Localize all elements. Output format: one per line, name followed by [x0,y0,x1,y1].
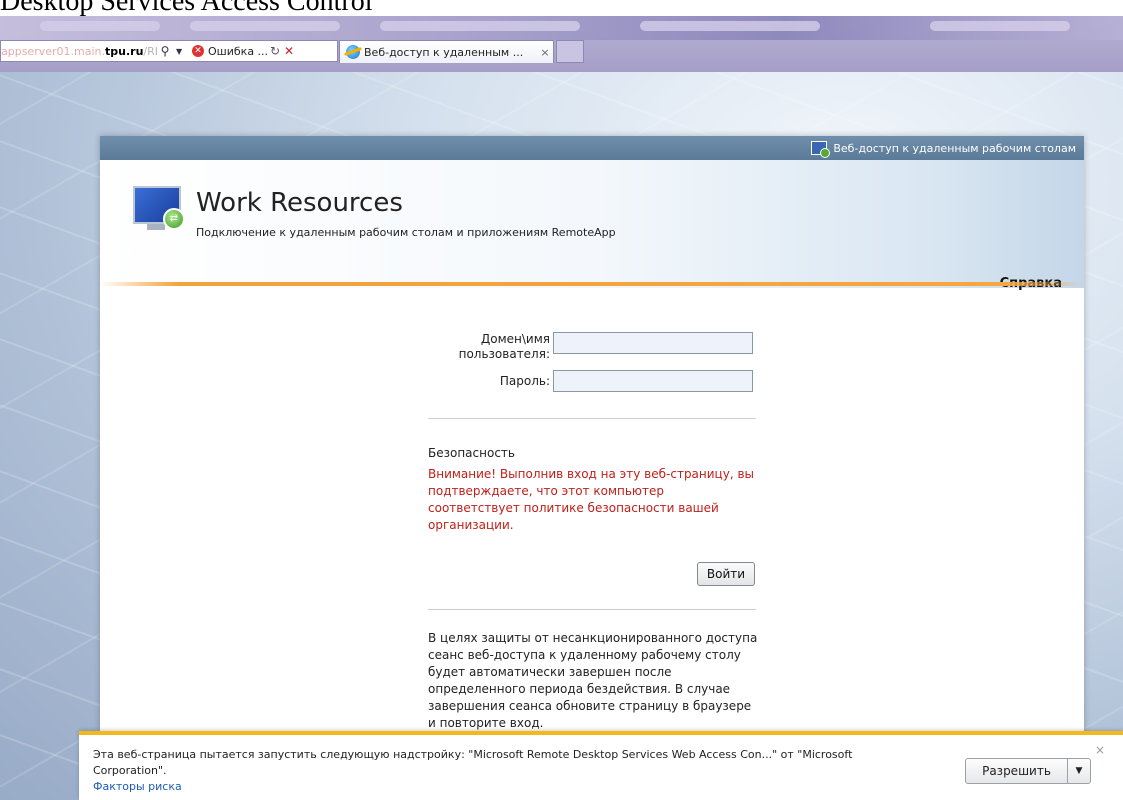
error-icon: ✕ [192,45,205,57]
new-tab-button[interactable] [556,40,584,63]
username-row: Домен\имя пользователя: [434,332,753,362]
close-icon[interactable]: × [1095,743,1105,757]
security-warning: Внимание! Выполнив вход на эту веб-стран… [428,467,754,532]
blurred-tab[interactable] [640,21,820,31]
monitor-stand [147,224,165,230]
page-title: Work Resources [196,188,403,218]
password-row: Пароль: [434,370,753,392]
risk-factors-link[interactable]: Факторы риска [93,780,182,793]
ie-icon [346,45,360,59]
address-prefix: appserver01.main. [1,44,106,58]
blurred-tab[interactable] [40,21,160,31]
tab-title: Веб-доступ к удаленным ... [364,45,524,59]
address-domain: tpu.ru [105,44,144,58]
allow-button-label: Разрешить [982,764,1051,778]
orange-divider [100,282,1084,286]
username-input[interactable] [553,332,753,354]
blurred-tab[interactable] [380,21,580,31]
password-label: Пароль: [499,374,550,388]
blurred-tab-strip [0,14,1123,40]
notification-message: Эта веб-страница пытается запустить след… [93,748,853,777]
panel-top-label: Веб-доступ к удаленным рабочим столам [833,141,1076,155]
form-divider [428,418,756,419]
form-divider [428,609,756,610]
refresh-icon[interactable]: ↻ [268,44,282,58]
connect-arrows-icon: ⇄ [163,208,185,230]
remote-desktop-icon [811,141,831,158]
tab-close-icon[interactable]: × [537,46,553,59]
browser-tab-bar: appserver01.main. tpu.ru /RI ⚲ ▼ ✕ Ошибк… [0,14,1123,72]
address-bar[interactable]: appserver01.main. tpu.ru /RI ⚲ ▼ ✕ Ошибк… [0,40,338,62]
chevron-down-icon[interactable]: ▼ [1067,759,1090,783]
panel-top-bar: Веб-доступ к удаленным рабочим столам [100,136,1084,160]
document-caption: Desktop Services Access Control [0,0,1123,16]
panel-header: ⇄ Work Resources Подключение к удаленным… [100,160,1084,291]
session-timeout-text: В целях защиты от несанкционированного д… [428,631,758,730]
allow-button[interactable]: Разрешить ▼ [965,758,1091,784]
error-tab-title: Ошибка ... [208,44,269,58]
error-tab[interactable]: ✕ Ошибка ... [192,45,268,58]
addon-notification-bar: Эта веб-страница пытается запустить след… [79,731,1123,800]
blurred-tab[interactable] [930,21,1070,31]
address-suffix: /RI [143,44,159,58]
security-title: Безопасность [428,446,515,460]
monitor-icon: ⇄ [133,186,187,232]
username-label: Домен\имя пользователя: [458,332,550,361]
login-button[interactable]: Войти [697,562,755,586]
magnifier-icon[interactable]: ⚲ [158,44,172,58]
blurred-tab[interactable] [190,21,340,31]
chevron-down-icon[interactable]: ▼ [172,47,186,56]
page-subtitle: Подключение к удаленным рабочим столам и… [196,226,616,239]
password-input[interactable] [553,370,753,392]
tab-remote-web-access[interactable]: Веб-доступ к удаленным ... × [339,40,554,63]
rdweb-panel: Веб-доступ к удаленным рабочим столам ⇄ … [100,136,1084,736]
close-icon[interactable]: ✕ [282,44,296,58]
